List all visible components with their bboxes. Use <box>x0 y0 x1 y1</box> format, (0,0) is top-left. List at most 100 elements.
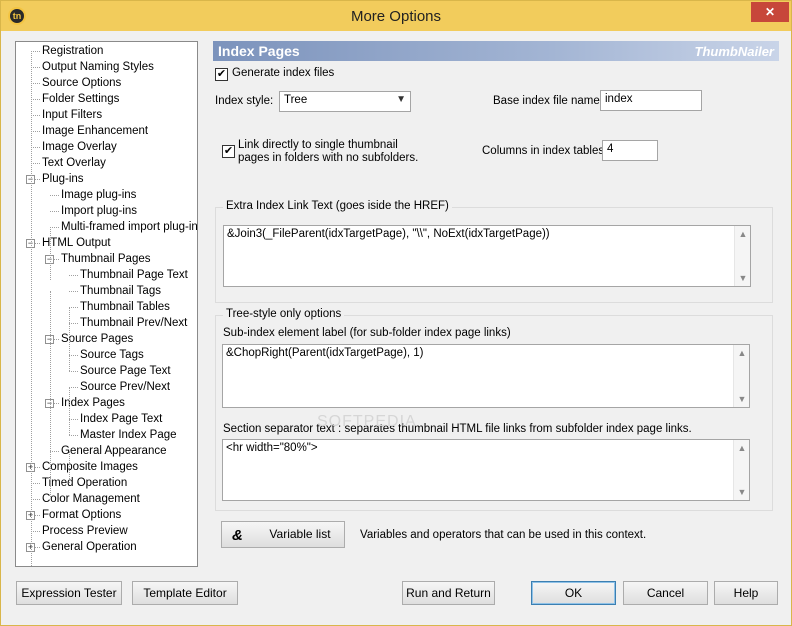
scroll-up-icon[interactable]: ▲ <box>734 348 749 358</box>
options-tree[interactable]: Registration Output Naming Styles Source O… <box>15 41 198 567</box>
tree-connector <box>31 163 40 164</box>
tree-item[interactable]: Timed Operation <box>42 475 127 491</box>
tree-connector <box>69 291 78 292</box>
close-button[interactable]: ✕ <box>751 2 789 22</box>
tree-connector <box>31 147 40 148</box>
tree-connector <box>50 451 59 452</box>
tree-connector <box>31 83 40 84</box>
template-editor-button[interactable]: Template Editor <box>132 581 238 605</box>
tree-connector <box>31 99 40 100</box>
columns-label: Columns in index tables: <box>482 145 608 157</box>
window-title: More Options <box>350 8 442 25</box>
expression-tester-button[interactable]: Expression Tester <box>16 581 122 605</box>
tree-connector <box>31 51 40 52</box>
tree-item[interactable]: Registration <box>42 43 103 59</box>
tree-guide-line <box>69 307 70 371</box>
sub-index-textarea[interactable]: &ChopRight(Parent(idxTargetPage), 1) ▲ ▼ <box>222 344 750 408</box>
extra-link-value: &Join3(_FileParent(idxTargetPage), "\\",… <box>227 228 550 240</box>
scroll-up-icon[interactable]: ▲ <box>734 443 749 453</box>
variable-list-button[interactable]: & Variable list <box>221 521 345 548</box>
separator-value: <hr width="80%"> <box>226 442 318 454</box>
tree-item[interactable]: Index Pages <box>61 395 125 411</box>
brand-label: ThumbNailer <box>694 44 774 59</box>
tree-item[interactable]: Master Index Page <box>80 427 177 443</box>
base-name-input[interactable]: index <box>600 90 702 111</box>
tree-item[interactable]: Input Filters <box>42 107 102 123</box>
scroll-down-icon[interactable]: ▼ <box>735 273 750 283</box>
extra-link-scrollbar[interactable]: ▲ ▼ <box>734 226 750 286</box>
tree-item[interactable]: Format Options <box>42 507 121 523</box>
scroll-up-icon[interactable]: ▲ <box>735 229 750 239</box>
extra-link-textarea[interactable]: &Join3(_FileParent(idxTargetPage), "\\",… <box>223 225 751 287</box>
generate-index-checkbox[interactable]: ✔ <box>215 68 228 81</box>
tree-item[interactable]: Source Pages <box>61 331 133 347</box>
base-name-label: Base index file name: <box>493 95 603 107</box>
tree-connector <box>50 227 59 228</box>
tree-item[interactable]: Process Preview <box>42 523 128 539</box>
tree-item[interactable]: Thumbnail Page Text <box>80 267 188 283</box>
tree-item[interactable]: Source Page Text <box>80 363 171 379</box>
link-direct-label-1: Link directly to single thumbnail <box>238 139 398 151</box>
tree-connector <box>69 419 78 420</box>
ampersand-icon: & <box>232 527 243 544</box>
tree-guide-line <box>69 451 70 483</box>
tree-style-group-title: Tree-style only options <box>223 308 345 320</box>
extra-link-group-title: Extra Index Link Text (goes iside the HR… <box>223 200 452 212</box>
scroll-down-icon[interactable]: ▼ <box>734 487 749 497</box>
index-style-select[interactable]: Tree ▼ <box>279 91 411 112</box>
tree-item[interactable]: HTML Output <box>42 235 111 251</box>
tree-item[interactable]: Thumbnail Prev/Next <box>80 315 187 331</box>
tree-item[interactable]: Import plug-ins <box>61 203 137 219</box>
link-direct-checkbox[interactable]: ✔ <box>222 145 235 158</box>
tree-item[interactable]: General Appearance <box>61 443 167 459</box>
tree-item[interactable]: Output Naming Styles <box>42 59 154 75</box>
separator-textarea[interactable]: <hr width="80%"> ▲ ▼ <box>222 439 750 501</box>
tree-item[interactable]: Source Prev/Next <box>80 379 170 395</box>
tree-item[interactable]: Color Management <box>42 491 140 507</box>
tree-connector <box>69 323 78 324</box>
tree-connector <box>31 115 40 116</box>
tree-item[interactable]: Thumbnail Tables <box>80 299 170 315</box>
tree-connector <box>31 499 40 500</box>
tree-item[interactable]: Index Page Text <box>80 411 162 427</box>
tree-connector <box>31 531 40 532</box>
tree-item[interactable]: Plug-ins <box>42 171 84 187</box>
tree-item[interactable]: General Operation <box>42 539 137 555</box>
tree-item[interactable]: Source Tags <box>80 347 144 363</box>
generate-index-label: Generate index files <box>232 67 335 79</box>
panel-header: Index Pages ThumbNailer <box>213 41 779 61</box>
sub-index-label: Sub-index element label (for sub-folder … <box>223 327 511 339</box>
sub-index-scrollbar[interactable]: ▲ ▼ <box>733 345 749 407</box>
chevron-down-icon: ▼ <box>396 94 406 105</box>
scroll-down-icon[interactable]: ▼ <box>734 394 749 404</box>
tree-connector <box>50 211 59 212</box>
tree-item[interactable]: Composite Images <box>42 459 138 475</box>
index-style-value: Tree <box>284 94 308 106</box>
link-direct-label-2: pages in folders with no subfolders. <box>238 152 419 164</box>
tree-item[interactable]: Multi-framed import plug-ins <box>61 219 197 235</box>
tree-item[interactable]: Thumbnail Pages <box>61 251 151 267</box>
tree-guide-line <box>69 387 70 435</box>
tree-guide-line <box>50 291 51 497</box>
tree-item[interactable]: Image Overlay <box>42 139 117 155</box>
tree-item[interactable]: Image Enhancement <box>42 123 148 139</box>
tree-item[interactable]: Folder Settings <box>42 91 119 107</box>
tree-connector <box>50 195 59 196</box>
tree-connector <box>69 275 78 276</box>
tree-item[interactable]: Image plug-ins <box>61 187 136 203</box>
index-style-label: Index style: <box>215 95 274 107</box>
tree-item[interactable]: Text Overlay <box>42 155 106 171</box>
variable-hint: Variables and operators that can be used… <box>360 529 647 541</box>
separator-scrollbar[interactable]: ▲ ▼ <box>733 440 749 500</box>
cancel-button[interactable]: Cancel <box>623 581 708 605</box>
run-return-button[interactable]: Run and Return <box>402 581 495 605</box>
tree-item[interactable]: Source Options <box>42 75 121 91</box>
tree-connector <box>31 483 40 484</box>
tree-connector <box>31 67 40 68</box>
tree-connector <box>69 307 78 308</box>
tree-item[interactable]: Thumbnail Tags <box>80 283 161 299</box>
help-button[interactable]: Help <box>714 581 778 605</box>
ok-button[interactable]: OK <box>531 581 616 605</box>
more-options-window: tn More Options ✕ Registration Output Nam… <box>0 0 792 626</box>
columns-input[interactable]: 4 <box>602 140 658 161</box>
